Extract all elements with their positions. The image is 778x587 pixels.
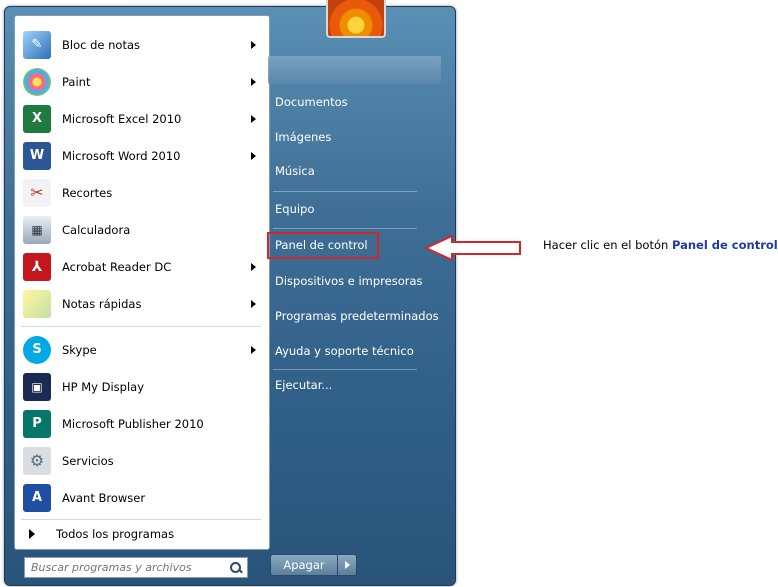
services-icon: ⚙ <box>23 446 51 475</box>
acrobat-icon: ⅄ <box>23 252 51 281</box>
all-programs-label: Todos los programas <box>56 527 175 541</box>
right-item-ejecutar[interactable]: Ejecutar... <box>275 378 332 392</box>
avant-browser-icon: A <box>23 483 51 512</box>
highlight-box <box>267 232 379 259</box>
arrow-pointer-icon <box>424 234 521 262</box>
app-item-excel[interactable]: X Microsoft Excel 2010 <box>15 100 269 137</box>
app-item-servicios[interactable]: ⚙ Servicios <box>15 442 269 479</box>
app-item-bloc-de-notas[interactable]: ✎ Bloc de notas <box>15 26 269 63</box>
app-label: Microsoft Publisher 2010 <box>62 416 204 431</box>
submenu-arrow-icon[interactable] <box>251 299 256 308</box>
app-label: Avant Browser <box>62 490 146 505</box>
separator <box>273 228 417 229</box>
publisher-icon: P <box>23 409 51 438</box>
app-label: Servicios <box>62 453 114 468</box>
app-label: Recortes <box>62 185 113 200</box>
app-item-publisher[interactable]: P Microsoft Publisher 2010 <box>15 405 269 442</box>
separator <box>21 326 261 327</box>
shutdown-options-button[interactable] <box>337 554 357 576</box>
instruction-text: Hacer clic en el botón Panel de control <box>543 238 778 252</box>
app-label: Calculadora <box>62 222 131 237</box>
app-label: Paint <box>62 74 91 89</box>
submenu-arrow-icon[interactable] <box>251 114 256 123</box>
notepad-icon: ✎ <box>23 30 51 59</box>
submenu-arrow-icon[interactable] <box>251 77 256 86</box>
separator <box>273 369 417 370</box>
right-item-documentos[interactable]: Documentos <box>275 95 348 109</box>
submenu-arrow-icon[interactable] <box>251 345 256 354</box>
search-input[interactable] <box>29 560 213 575</box>
right-item-musica[interactable]: Música <box>275 164 315 178</box>
right-item-imagenes[interactable]: Imágenes <box>275 130 331 144</box>
excel-icon: X <box>23 104 51 133</box>
instruction-bold: Panel de control <box>671 238 778 252</box>
right-item-equipo[interactable]: Equipo <box>275 202 314 216</box>
word-icon: W <box>23 141 51 170</box>
app-label: Bloc de notas <box>62 37 141 52</box>
hp-display-icon: ▣ <box>23 372 51 401</box>
paint-icon <box>23 67 51 96</box>
all-programs-button[interactable]: Todos los programas <box>15 523 269 545</box>
chevron-right-icon <box>344 561 350 569</box>
app-item-hp-my-display[interactable]: ▣ HP My Display <box>15 368 269 405</box>
app-label: Acrobat Reader DC <box>62 259 172 274</box>
submenu-arrow-icon[interactable] <box>251 151 256 160</box>
search-box[interactable] <box>24 557 248 578</box>
app-item-avant-browser[interactable]: A Avant Browser <box>15 479 269 516</box>
user-picture[interactable] <box>326 0 386 38</box>
sticky-notes-icon <box>23 289 51 318</box>
app-label: Skype <box>62 342 97 357</box>
expand-arrow-icon <box>29 529 35 539</box>
submenu-arrow-icon[interactable] <box>251 40 256 49</box>
app-item-paint[interactable]: Paint <box>15 63 269 100</box>
snipping-tool-icon: ✂ <box>23 178 51 207</box>
calculator-icon: ▦ <box>23 215 51 244</box>
right-item-programas-predeterminados[interactable]: Programas predeterminados <box>275 309 439 323</box>
app-item-recortes[interactable]: ✂ Recortes <box>15 174 269 211</box>
app-label: HP My Display <box>62 379 145 394</box>
start-menu: ✎ Bloc de notas Paint X Microsoft Excel … <box>4 6 456 586</box>
shutdown-button[interactable]: Apagar <box>270 554 338 576</box>
right-item-ayuda[interactable]: Ayuda y soporte técnico <box>275 344 414 358</box>
search-icon[interactable] <box>229 561 243 575</box>
app-label: Microsoft Excel 2010 <box>62 111 182 126</box>
shutdown-label: Apagar <box>283 558 325 572</box>
app-item-word[interactable]: W Microsoft Word 2010 <box>15 137 269 174</box>
skype-icon: S <box>23 335 51 364</box>
programs-pane: ✎ Bloc de notas Paint X Microsoft Excel … <box>14 15 270 550</box>
separator <box>273 191 417 192</box>
separator <box>21 519 261 520</box>
user-name-bar[interactable] <box>268 56 441 84</box>
submenu-arrow-icon[interactable] <box>251 262 256 271</box>
app-label: Microsoft Word 2010 <box>62 148 181 163</box>
app-item-acrobat[interactable]: ⅄ Acrobat Reader DC <box>15 248 269 285</box>
app-item-notas-rapidas[interactable]: Notas rápidas <box>15 285 269 322</box>
app-item-skype[interactable]: S Skype <box>15 331 269 368</box>
right-item-dispositivos[interactable]: Dispositivos e impresoras <box>275 274 423 288</box>
app-label: Notas rápidas <box>62 296 142 311</box>
app-item-calculadora[interactable]: ▦ Calculadora <box>15 211 269 248</box>
instruction-label: Hacer clic en el botón <box>543 238 669 252</box>
